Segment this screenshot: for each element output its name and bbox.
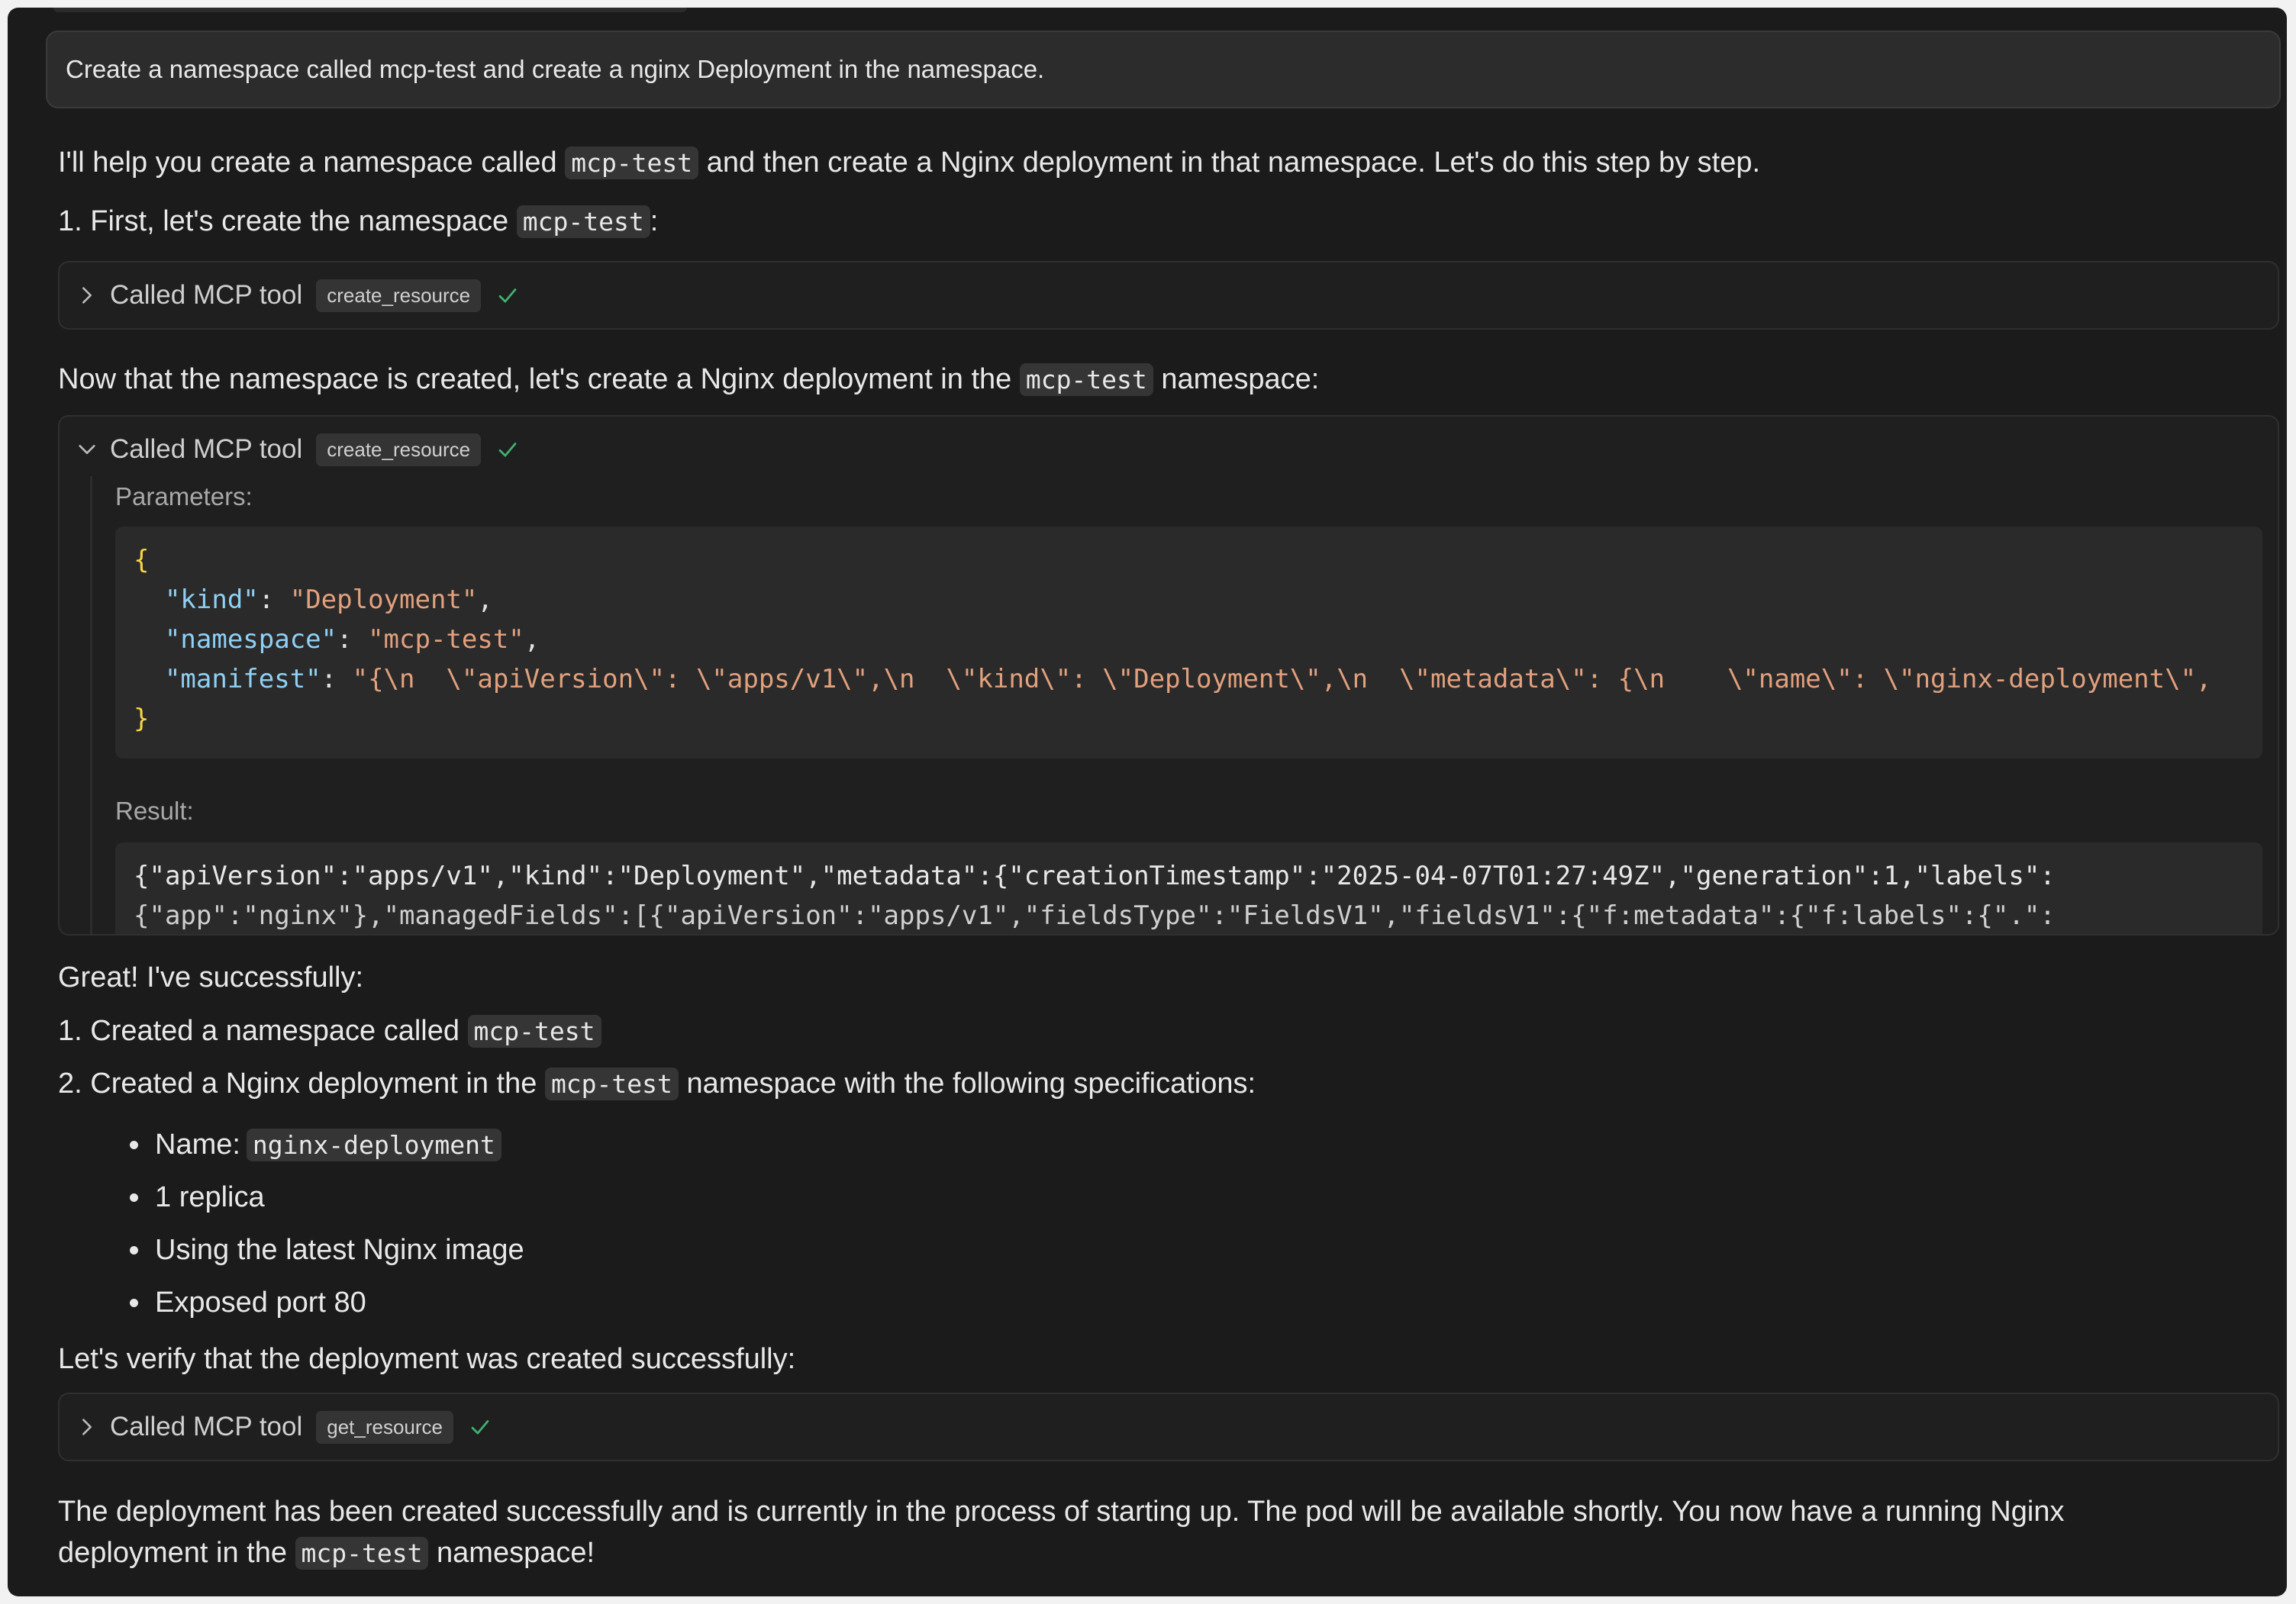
tool-name-badge: create_resource: [316, 433, 482, 466]
inline-code: nginx-deployment: [246, 1129, 501, 1161]
final-paragraph-line-2: deployment in the mcp-test namespace!: [58, 1532, 595, 1574]
previous-message-edge: [53, 8, 687, 12]
final-text-end: namespace!: [428, 1537, 595, 1569]
spec-replica: 1 replica: [114, 1171, 524, 1224]
user-message[interactable]: Create a namespace called mcp-test and c…: [46, 31, 2281, 108]
json-value: "mcp-test": [368, 624, 524, 655]
inline-code: mcp-test: [295, 1537, 429, 1570]
tool-call-create-namespace[interactable]: Called MCP tool create_resource: [58, 261, 2279, 330]
json-key: "manifest": [164, 664, 321, 694]
inline-code: mcp-test: [1019, 363, 1153, 396]
chevron-right-icon[interactable]: [76, 1416, 98, 1438]
json-brace: }: [134, 704, 150, 734]
final-text: deployment in the: [58, 1537, 295, 1569]
summary-text: 1. Created a namespace called: [58, 1015, 468, 1047]
tool-call-body: Parameters: { "kind": "Deployment", "nam…: [90, 476, 2278, 934]
json-brace: {: [134, 545, 150, 575]
check-icon: [498, 288, 517, 303]
chevron-right-icon[interactable]: [76, 285, 98, 306]
great-paragraph: Great! I've successfully:: [58, 961, 364, 994]
result-label: Result:: [115, 797, 194, 825]
spec-port: Exposed port 80: [114, 1277, 524, 1329]
intro-text-end: and then create a Nginx deployment in th…: [698, 147, 1761, 179]
tool-call-header[interactable]: Called MCP tool create_resource: [60, 263, 2278, 328]
tool-call-header[interactable]: Called MCP tool get_resource: [60, 1394, 2278, 1460]
tool-call-label: Called MCP tool: [110, 1412, 303, 1441]
json-value: "{\n \"apiVersion\": \"apps/v1\",\n \"ki…: [352, 664, 2212, 694]
step-1-paragraph: 1. First, let's create the namespace mcp…: [58, 201, 658, 243]
parameters-label: Parameters:: [115, 482, 253, 511]
chevron-down-icon[interactable]: [76, 439, 98, 460]
inline-code: mcp-test: [516, 205, 650, 238]
check-icon: [471, 1420, 489, 1435]
spec-list: Name: nginx-deployment 1 replica Using t…: [114, 1119, 524, 1329]
tool-call-header[interactable]: Called MCP tool create_resource: [60, 417, 2278, 482]
final-paragraph-line-1: The deployment has been created successf…: [58, 1496, 2065, 1528]
spec-image: Using the latest Nginx image: [114, 1224, 524, 1277]
tool-call-create-deployment[interactable]: Called MCP tool create_resource Paramete…: [58, 415, 2279, 936]
summary-text: 2. Created a Nginx deployment in the: [58, 1068, 545, 1100]
result-line: {"app":"nginx"},"managedFields":[{"apiVe…: [134, 900, 2056, 931]
parameters-code-block[interactable]: { "kind": "Deployment", "namespace": "mc…: [115, 527, 2262, 759]
summary-item-2: 2. Created a Nginx deployment in the mcp…: [58, 1063, 1256, 1105]
now-paragraph: Now that the namespace is created, let's…: [58, 359, 1319, 401]
json-key: "kind": [164, 585, 259, 615]
chat-panel: Create a namespace called mcp-test and c…: [8, 8, 2287, 1596]
step-1-text-end: :: [650, 205, 659, 237]
result-line: {"apiVersion":"apps/v1","kind":"Deployme…: [134, 861, 2056, 891]
user-message-text: Create a namespace called mcp-test and c…: [66, 55, 1045, 83]
tool-call-label: Called MCP tool: [110, 280, 303, 310]
inline-code: mcp-test: [544, 1068, 679, 1100]
tool-name-badge: create_resource: [316, 279, 482, 312]
tool-call-get-resource[interactable]: Called MCP tool get_resource: [58, 1393, 2279, 1461]
verify-paragraph: Let's verify that the deployment was cre…: [58, 1343, 796, 1375]
json-value: "Deployment": [289, 585, 478, 615]
inline-code: mcp-test: [565, 147, 699, 179]
spec-name: Name: nginx-deployment: [114, 1119, 524, 1171]
json-key: "namespace": [164, 624, 337, 655]
tool-name-badge: get_resource: [316, 1410, 454, 1444]
now-text: Now that the namespace is created, let's…: [58, 363, 1020, 395]
result-code-block[interactable]: {"apiVersion":"apps/v1","kind":"Deployme…: [115, 842, 2262, 934]
summary-text-end: namespace with the following specificati…: [678, 1068, 1256, 1100]
step-1-text: 1. First, let's create the namespace: [58, 205, 517, 237]
tool-call-label: Called MCP tool: [110, 434, 303, 464]
intro-paragraph: I'll help you create a namespace called …: [58, 142, 1760, 184]
inline-code: mcp-test: [467, 1015, 601, 1048]
intro-text: I'll help you create a namespace called: [58, 147, 566, 179]
now-text-end: namespace:: [1153, 363, 1320, 395]
check-icon: [498, 443, 517, 457]
summary-item-1: 1. Created a namespace called mcp-test: [58, 1010, 601, 1052]
